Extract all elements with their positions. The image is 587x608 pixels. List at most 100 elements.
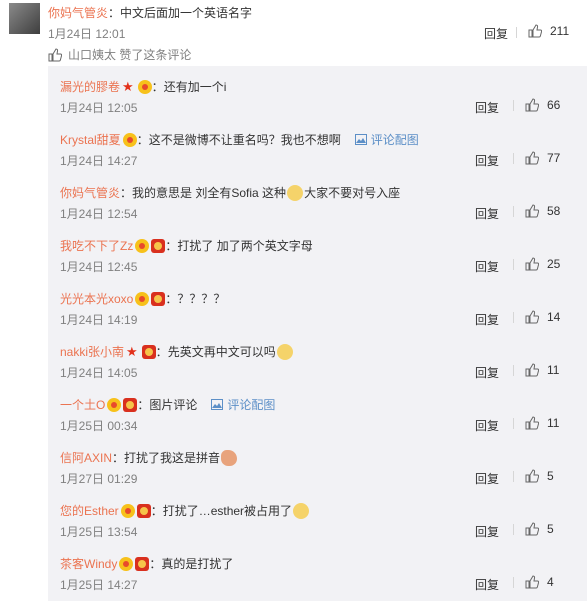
comment-picture-link[interactable]: 评论配图: [354, 131, 419, 148]
main-comment-time: 1月24日 12:01: [48, 27, 126, 41]
reply-button[interactable]: 回复: [475, 417, 499, 434]
reply-username[interactable]: 一个土O: [60, 396, 105, 413]
like-count: 11: [547, 416, 560, 430]
liked-by-line: 山口姨太 赞了这条评论: [48, 46, 191, 63]
colon: ：: [112, 451, 125, 465]
thumb-up-icon: [525, 151, 539, 165]
vip-badge-icon: [107, 397, 122, 412]
list-item: nakki张小南 ★ ：先英文再中文可以吗 1月24日 14:05 回复 11: [60, 343, 576, 396]
reply-username[interactable]: nakki张小南: [60, 343, 124, 360]
reply-text: 先英文再中文可以吗: [167, 345, 276, 359]
like-button[interactable]: 211: [528, 24, 569, 38]
like-button[interactable]: 5: [525, 522, 554, 536]
like-button[interactable]: 11: [525, 416, 559, 430]
reply-username[interactable]: 漏光的膠卷: [60, 78, 120, 95]
like-button[interactable]: 77: [525, 151, 560, 165]
reply-button[interactable]: 回复: [475, 258, 499, 275]
colon: ：: [136, 133, 149, 147]
divider: [513, 365, 514, 376]
divider: [513, 312, 514, 323]
reply-button[interactable]: 回复: [484, 25, 508, 42]
like-count: 77: [547, 151, 561, 165]
reply-button[interactable]: 回复: [475, 470, 499, 487]
reply-username[interactable]: 光光本光xoxo: [60, 290, 133, 307]
picture-icon: [211, 399, 224, 410]
liked-by-text: 山口姨太 赞了这条评论: [68, 48, 192, 62]
reply-button[interactable]: 回复: [475, 205, 499, 222]
main-comment-username[interactable]: 你妈气管炎: [48, 6, 108, 20]
colon: ：: [150, 504, 163, 518]
vip-badge-icon: [120, 503, 135, 518]
reply-button[interactable]: 回复: [475, 311, 499, 328]
like-button[interactable]: 11: [525, 363, 559, 377]
reply-time: 1月24日 12:54: [60, 207, 138, 221]
picture-icon: [354, 134, 367, 145]
like-button[interactable]: 4: [525, 575, 554, 589]
vip-badge-icon: [122, 132, 137, 147]
divider: [513, 153, 514, 164]
reply-time: 1月25日 13:54: [60, 525, 138, 539]
reply-button[interactable]: 回复: [475, 99, 499, 116]
reply-text: 还有加一个i: [163, 80, 227, 94]
reply-username[interactable]: 你妈气管炎: [60, 184, 120, 201]
reply-time: 1月24日 14:27: [60, 154, 138, 168]
reply-text-continued: 大家不要对号入座: [304, 186, 401, 200]
reply-button[interactable]: 回复: [475, 152, 499, 169]
like-count: 66: [547, 98, 561, 112]
smiley-cat-emoji-icon: [276, 343, 293, 360]
smiley-cat-emoji-icon: [287, 184, 304, 201]
colon: ：: [165, 292, 178, 306]
reply-button[interactable]: 回复: [475, 523, 499, 540]
reply-text: 真的是打扰了: [161, 557, 234, 571]
vip-badge-icon: [135, 238, 150, 253]
list-item: 你妈气管炎 ：我的意思是 刘全有Sofia 这种 大家不要对号入座 1月24日 …: [60, 184, 576, 237]
like-button[interactable]: 66: [525, 98, 560, 112]
reply-button[interactable]: 回复: [475, 576, 499, 593]
reply-username[interactable]: 我吃不下了Zz: [60, 237, 133, 254]
divider: [513, 471, 514, 482]
list-item: 茶客Windy ：真的是打扰了 1月25日 14:27 回复 4: [60, 555, 576, 608]
reply-time: 1月24日 12:05: [60, 101, 138, 115]
colon: ：: [151, 80, 164, 94]
like-count: 11: [547, 363, 560, 377]
reply-button[interactable]: 回复: [475, 364, 499, 381]
hand-emoji-icon: [221, 449, 238, 466]
reply-username[interactable]: 信阿AXIN: [60, 449, 112, 466]
like-button[interactable]: 25: [525, 257, 560, 271]
red-envelope-badge-icon: [123, 397, 138, 412]
like-button[interactable]: 5: [525, 469, 554, 483]
avatar[interactable]: [9, 3, 40, 34]
colon: ：: [137, 398, 150, 412]
reply-time: 1月25日 00:34: [60, 419, 138, 433]
reply-time: 1月24日 14:05: [60, 366, 138, 380]
colon: ：: [165, 239, 178, 253]
reply-text: 打扰了…esther被占用了: [162, 504, 293, 518]
reply-text: 图片评论: [149, 398, 198, 412]
reply-username[interactable]: 您的Esther: [60, 502, 119, 519]
divider: [513, 418, 514, 429]
vip-badge-icon: [135, 291, 150, 306]
like-button[interactable]: 14: [525, 310, 560, 324]
like-count: 25: [547, 257, 561, 271]
main-comment-line: 你妈气管炎：中文后面加一个英语名字: [48, 4, 252, 21]
list-item: 我吃不下了Zz ：打扰了 加了两个英文字母 1月24日 12:45 回复 25: [60, 237, 576, 290]
list-item: 您的Esther ：打扰了…esther被占用了 1月25日 13:54 回复 …: [60, 502, 576, 555]
reply-username[interactable]: 茶客Windy: [60, 555, 117, 572]
like-button[interactable]: 58: [525, 204, 560, 218]
like-count: 5: [547, 522, 554, 536]
reply-text: 打扰了我这是拼音: [124, 451, 221, 465]
reply-username[interactable]: Krystal甜夏: [60, 131, 121, 148]
divider: [513, 577, 514, 588]
comment-picture-link[interactable]: 评论配图: [211, 396, 275, 413]
star-badge-icon: ★: [126, 343, 138, 359]
like-count: 14: [547, 310, 561, 324]
vip-badge-icon: [119, 556, 134, 571]
list-item: 一个土O ：图片评论 评论配图 1月25日 00:34 回复 11: [60, 396, 576, 449]
like-count: 58: [547, 204, 561, 218]
list-item: Krystal甜夏 ：这不是微博不让重名吗？我也不想啊 评论配图 1月24日 1…: [60, 131, 576, 184]
reply-time: 1月24日 14:19: [60, 313, 138, 327]
thumb-up-icon: [525, 416, 539, 430]
red-envelope-badge-icon: [136, 503, 151, 518]
main-comment: 你妈气管炎：中文后面加一个英语名字 1月24日 12:01 回复 211 山口姨…: [0, 0, 587, 66]
thumb-up-icon: [525, 469, 539, 483]
